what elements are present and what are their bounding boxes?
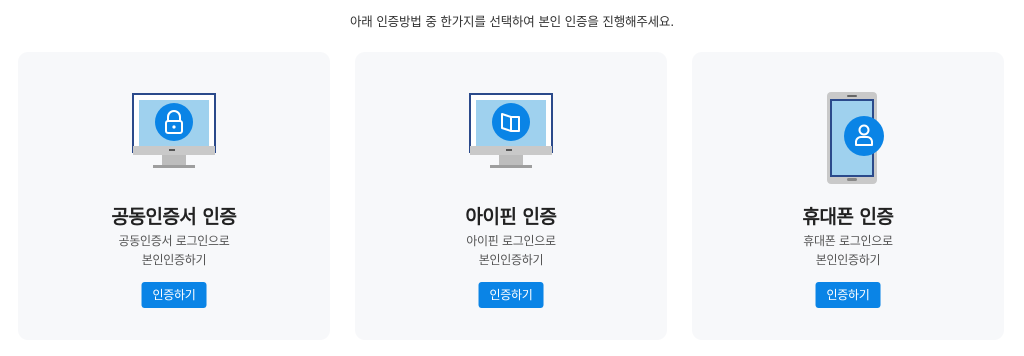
card-description-line: 공동인증서 로그인으로 bbox=[118, 234, 230, 248]
card-description-line: 본인인증하기 bbox=[478, 253, 544, 267]
card-description-line: 아이핀 로그인으로 bbox=[466, 234, 556, 248]
phone-auth-card: 휴대폰 인증 휴대폰 로그인으로 본인인증하기 인증하기 bbox=[692, 52, 1004, 340]
card-description-line: 휴대폰 로그인으로 bbox=[803, 234, 893, 248]
ipin-auth-button[interactable]: 인증하기 bbox=[478, 282, 544, 308]
card-description: 휴대폰 로그인으로 본인인증하기 bbox=[692, 232, 1004, 270]
card-description-line: 본인인증하기 bbox=[815, 253, 881, 267]
card-title: 휴대폰 인증 bbox=[802, 206, 894, 228]
ipin-illustration bbox=[355, 92, 667, 188]
card-description-line: 본인인증하기 bbox=[141, 253, 207, 267]
certificate-lock-icon bbox=[132, 93, 216, 168]
certificate-auth-card: 공동인증서 인증 공동인증서 로그인으로 본인인증하기 인증하기 bbox=[18, 52, 330, 340]
card-title: 공동인증서 인증 bbox=[111, 206, 237, 228]
certificate-auth-button[interactable]: 인증하기 bbox=[141, 282, 207, 308]
phone-auth-button[interactable]: 인증하기 bbox=[815, 282, 881, 308]
certificate-illustration bbox=[18, 92, 330, 188]
ipin-card-icon bbox=[469, 93, 553, 168]
intro-text: 아래 인증방법 중 한가지를 선택하여 본인 인증을 진행해주세요. bbox=[350, 14, 674, 29]
phone-illustration bbox=[692, 92, 1004, 188]
card-title: 아이핀 인증 bbox=[465, 206, 557, 228]
phone-user-icon bbox=[827, 92, 884, 184]
card-description: 아이핀 로그인으로 본인인증하기 bbox=[355, 232, 667, 270]
card-description: 공동인증서 로그인으로 본인인증하기 bbox=[18, 232, 330, 270]
ipin-auth-card: 아이핀 인증 아이핀 로그인으로 본인인증하기 인증하기 bbox=[355, 52, 667, 340]
